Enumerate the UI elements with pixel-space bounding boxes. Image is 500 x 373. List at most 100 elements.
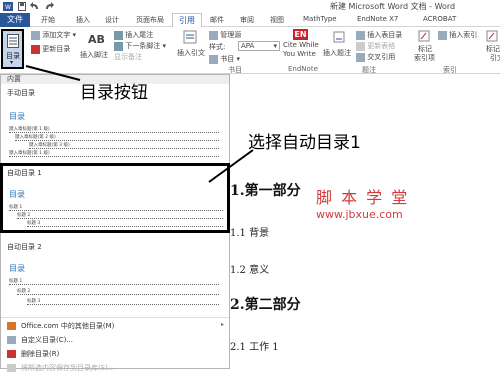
mark-citation-icon	[486, 30, 498, 42]
toc-line: 标题 3	[27, 220, 223, 227]
next-footnote-label: 下一条脚注	[125, 42, 161, 50]
tab-references[interactable]: 引用	[172, 13, 202, 27]
show-notes-button[interactable]: 显示备注	[114, 52, 142, 62]
table-of-figures-icon	[356, 30, 365, 40]
toc-line: 键入章标题(第 2 级)	[15, 134, 219, 141]
tab-home[interactable]: 开始	[41, 15, 55, 25]
update-toc-button[interactable]: 更新目录	[31, 44, 70, 54]
update-toc-label: 更新目录	[42, 45, 71, 53]
redo-icon[interactable]	[44, 2, 54, 11]
add-text-label: 添加文字	[42, 31, 71, 39]
chevron-down-icon: ▾	[273, 42, 277, 50]
heading-2: 2.第二部分	[230, 297, 301, 313]
insert-citation-button[interactable]: 插入引文	[177, 48, 205, 58]
insert-table-of-figures-label: 插入表目录	[367, 31, 403, 39]
document-canvas[interactable]: 1.第一部分 脚 本 学 堂 www.jbxue.com 1.1 背景 1.2 …	[230, 74, 500, 369]
auto-toc-2-title: 目录	[9, 264, 25, 273]
group-label-endnote: EndNote	[288, 65, 318, 73]
auto-toc-2-label: 自动目录 2	[7, 243, 42, 251]
mark-entry-icon	[418, 30, 430, 42]
tab-review[interactable]: 审阅	[240, 15, 254, 25]
endnote-icon	[114, 30, 123, 40]
insert-index-icon	[438, 30, 447, 40]
update-table-button[interactable]: 更新表格	[356, 41, 395, 51]
toc-line: 键入章标题(第 1 级)	[9, 126, 219, 133]
toc-line: 标题 1	[9, 278, 219, 285]
toc-gallery-dropdown: 内置 手动目录 目录 键入章标题(第 1 级) 键入章标题(第 2 级) 键入章…	[0, 74, 230, 372]
menu-item-more-toc[interactable]: Office.com 中的其他目录(M)	[7, 321, 114, 331]
toc-icon	[7, 34, 19, 48]
style-select[interactable]: APA ▾	[238, 41, 280, 51]
toc-line: 键入章标题(第 1 级)	[9, 150, 219, 157]
manual-toc-title: 目录	[9, 112, 25, 121]
subheading-1-1: 1.1 背景	[230, 228, 270, 239]
tab-file[interactable]: 文件	[0, 13, 30, 27]
menu-item-label: 将所选内容保存到目录库(S)...	[21, 364, 115, 372]
cross-reference-button[interactable]: 交叉引用	[356, 52, 395, 62]
save-gallery-icon	[7, 364, 16, 372]
insert-table-of-figures-button[interactable]: 插入表目录	[356, 30, 402, 40]
insert-index-button[interactable]: 插入索引	[438, 30, 477, 40]
menu-item-custom-toc[interactable]: 自定义目录(C)...	[7, 335, 73, 345]
cite-while-label-2[interactable]: You Write	[283, 50, 316, 58]
mark-entry-label-2[interactable]: 索引项	[414, 53, 435, 63]
update-table-label: 更新表格	[367, 42, 396, 50]
menu-divider	[1, 317, 229, 318]
toc-button[interactable]: 目录 ▾	[1, 29, 24, 69]
next-footnote-icon	[114, 41, 123, 51]
auto-toc-1-label: 自动目录 1	[7, 169, 42, 177]
menu-item-label: 删除目录(R)	[21, 350, 60, 358]
ribbon-tabs: 文件 开始 插入 设计 页面布局 引用 邮件 审阅 视图 MathType En…	[0, 13, 500, 27]
remove-toc-icon	[7, 350, 16, 358]
tab-layout[interactable]: 页面布局	[136, 15, 164, 25]
subheading-2-1: 2.1 工作 1	[230, 342, 279, 353]
toc-line: 标题 3	[27, 298, 219, 305]
next-footnote-button[interactable]: 下一条脚注 ▾	[114, 41, 166, 51]
cite-while-label-1[interactable]: Cite While	[283, 41, 319, 49]
tab-insert[interactable]: 插入	[76, 15, 90, 25]
toc-line: 标题 1	[9, 204, 223, 211]
bibliography-label: 书目	[220, 55, 235, 63]
insert-endnote-button[interactable]: 插入尾注	[114, 30, 153, 40]
toc-line: 键入章标题(第 3 级)	[29, 142, 219, 149]
menu-item-remove-toc[interactable]: 删除目录(R)	[7, 349, 59, 359]
annotation-arrow-icon	[208, 149, 254, 183]
insert-caption-icon	[333, 31, 345, 43]
manage-sources-button[interactable]: 管理源	[209, 30, 241, 40]
tab-design[interactable]: 设计	[105, 15, 119, 25]
office-icon	[7, 322, 16, 330]
add-text-button[interactable]: 添加文字 ▾	[31, 30, 76, 40]
add-text-icon	[31, 30, 40, 40]
tab-mathtype[interactable]: MathType	[303, 15, 337, 23]
menu-item-label: 自定义目录(C)...	[21, 336, 74, 344]
footnote-ab-icon: AB	[88, 33, 105, 46]
toc-line: 标题 2	[17, 212, 223, 219]
bibliography-icon	[209, 54, 218, 64]
style-label: 样式:	[209, 43, 226, 51]
tab-acrobat[interactable]: ACROBAT	[423, 15, 456, 23]
menu-item-save-to-gallery[interactable]: 将所选内容保存到目录库(S)...	[7, 363, 115, 373]
auto-toc-1-option[interactable]: 自动目录 1 目录 标题 1 标题 2 标题 3	[0, 163, 230, 233]
tab-mailings[interactable]: 邮件	[210, 15, 224, 25]
chevron-down-icon: ▾	[10, 59, 14, 66]
update-table-icon	[356, 41, 365, 51]
watermark-text: 脚 本 学 堂	[316, 188, 410, 207]
tab-view[interactable]: 视图	[270, 15, 284, 25]
insert-footnote-button[interactable]: 插入脚注	[80, 50, 108, 60]
manual-toc-option[interactable]: 目录 键入章标题(第 1 级) 键入章标题(第 2 级) 键入章标题(第 3 级…	[3, 99, 229, 157]
mark-citation-label-2[interactable]: 引文	[490, 53, 500, 63]
watermark-url: www.jbxue.com	[316, 208, 403, 221]
save-icon[interactable]	[18, 2, 26, 11]
tab-endnote[interactable]: EndNote X7	[357, 15, 398, 23]
insert-caption-button[interactable]: 插入题注	[323, 48, 351, 58]
menu-item-label: Office.com 中的其他目录(M)	[21, 322, 115, 330]
manual-toc-label: 手动目录	[7, 89, 35, 97]
manage-sources-label: 管理源	[220, 31, 242, 39]
update-toc-icon	[31, 44, 40, 54]
undo-icon[interactable]	[30, 2, 40, 11]
auto-toc-1-title: 目录	[9, 190, 25, 199]
endnote-en-icon[interactable]: EN	[293, 29, 308, 40]
subheading-1-2: 1.2 意义	[230, 265, 270, 276]
auto-toc-2-option[interactable]: 目录 标题 1 标题 2 标题 3	[3, 253, 229, 315]
bibliography-button[interactable]: 书目 ▾	[209, 54, 240, 64]
